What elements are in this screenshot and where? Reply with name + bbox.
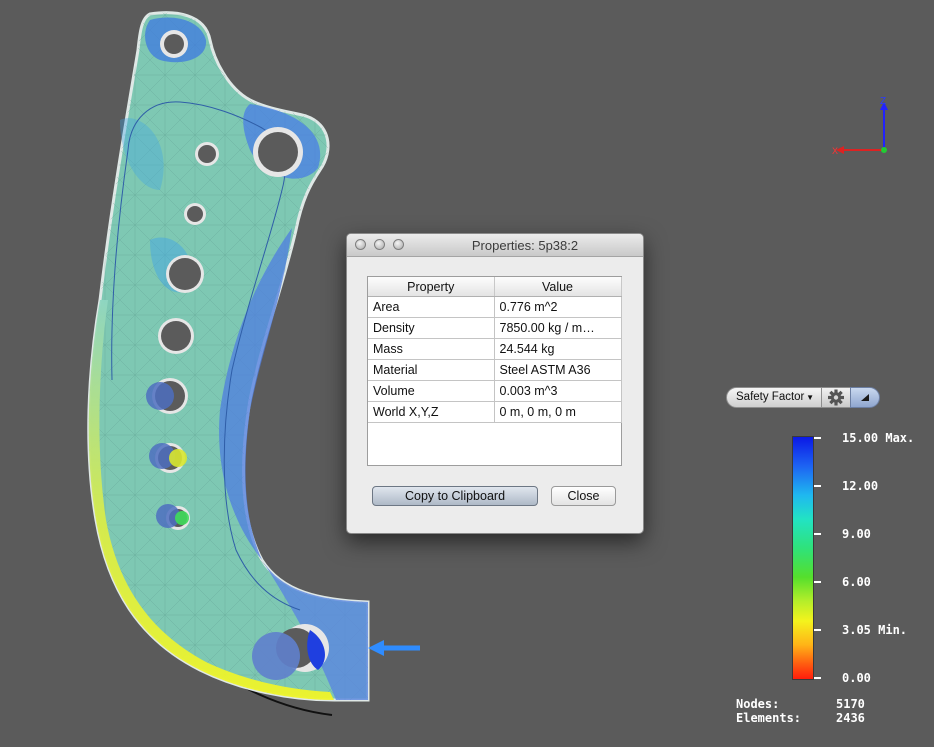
table-row[interactable]: Mass 24.544 kg bbox=[368, 338, 622, 360]
table-row[interactable]: Density 7850.00 kg / m… bbox=[368, 317, 622, 339]
column-header-property[interactable]: Property bbox=[368, 277, 495, 297]
legend-label: 12.00 bbox=[842, 479, 879, 493]
dialog-title: Properties: 5p38:2 bbox=[471, 238, 579, 253]
nodes-value: 5170 bbox=[836, 697, 865, 711]
load-arrow bbox=[368, 640, 420, 656]
property-cell: Mass bbox=[368, 338, 495, 360]
nodes-label: Nodes: bbox=[736, 697, 780, 711]
gear-icon bbox=[828, 389, 844, 406]
table-row[interactable]: Area 0.776 m^2 bbox=[368, 296, 622, 318]
safety-factor-color-bar bbox=[792, 436, 814, 680]
axis-triad: Z X bbox=[832, 96, 888, 156]
properties-table[interactable]: Property Value Area 0.776 m^2 Density 78… bbox=[367, 276, 622, 466]
elements-label: Elements: bbox=[736, 711, 802, 725]
value-cell: 24.544 kg bbox=[494, 338, 622, 360]
value-cell: 7850.00 kg / m… bbox=[494, 317, 622, 339]
value-cell: Steel ASTM A36 bbox=[494, 359, 622, 381]
legend-label: 6.00 bbox=[842, 575, 871, 589]
elements-value: 2436 bbox=[836, 711, 865, 725]
zoom-window-button[interactable] bbox=[393, 239, 404, 250]
legend-tick bbox=[814, 533, 821, 535]
legend-tick bbox=[814, 485, 821, 487]
settings-button[interactable] bbox=[821, 387, 851, 408]
chevron-down-icon: ▼ bbox=[806, 393, 814, 402]
table-row[interactable]: Volume 0.003 m^3 bbox=[368, 380, 622, 402]
copy-to-clipboard-button[interactable]: Copy to Clipboard bbox=[372, 486, 538, 506]
property-cell: Material bbox=[368, 359, 495, 381]
close-button[interactable]: Close bbox=[551, 486, 616, 506]
expand-legend-button[interactable] bbox=[850, 387, 880, 408]
z-axis-label: Z bbox=[880, 96, 886, 107]
legend-label-max: 15.00 Max. bbox=[842, 431, 915, 445]
legend-label: 0.00 bbox=[842, 671, 871, 685]
property-cell: Volume bbox=[368, 380, 495, 402]
property-cell: World X,Y,Z bbox=[368, 401, 495, 423]
close-window-button[interactable] bbox=[355, 239, 366, 250]
property-cell: Area bbox=[368, 296, 495, 318]
value-cell: 0.003 m^3 bbox=[494, 380, 622, 402]
triangle-expand-icon bbox=[861, 394, 869, 401]
value-cell: 0 m, 0 m, 0 m bbox=[494, 401, 622, 423]
value-cell: 0.776 m^2 bbox=[494, 296, 622, 318]
legend-tick bbox=[814, 437, 821, 439]
legend-tick bbox=[814, 677, 821, 679]
properties-dialog: Properties: 5p38:2 Property Value Area 0… bbox=[346, 233, 644, 534]
property-cell: Density bbox=[368, 317, 495, 339]
legend-tick bbox=[814, 629, 821, 631]
result-type-dropdown[interactable]: Safety Factor ▼ bbox=[726, 387, 822, 408]
legend-label: 9.00 bbox=[842, 527, 871, 541]
legend-label-min: 3.05 Min. bbox=[842, 623, 908, 637]
x-axis-label: X bbox=[832, 146, 838, 156]
result-type-label: Safety Factor bbox=[736, 391, 805, 403]
column-header-value[interactable]: Value bbox=[494, 277, 622, 297]
table-row[interactable]: World X,Y,Z 0 m, 0 m, 0 m bbox=[368, 401, 622, 423]
dialog-titlebar[interactable]: Properties: 5p38:2 bbox=[347, 234, 643, 257]
legend-tick bbox=[814, 581, 821, 583]
table-row[interactable]: Material Steel ASTM A36 bbox=[368, 359, 622, 381]
minimize-window-button[interactable] bbox=[374, 239, 385, 250]
